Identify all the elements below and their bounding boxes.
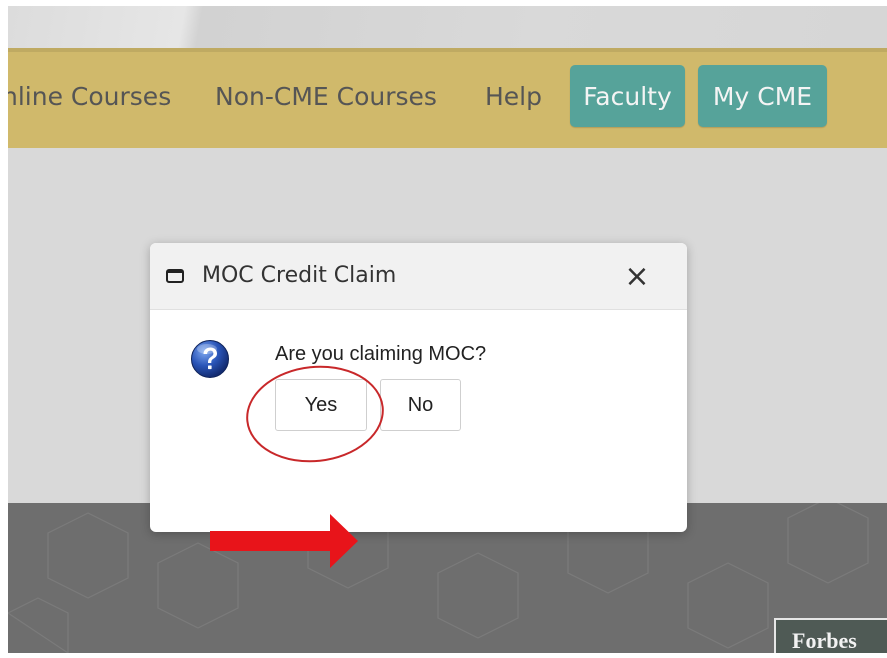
top-banner-strip (8, 6, 887, 48)
forbes-badge: Forbes (774, 618, 887, 653)
question-text: Are you claiming MOC? (275, 343, 487, 365)
dialog-title: MOC Credit Claim (202, 263, 397, 288)
dialog-header: MOC Credit Claim × (150, 243, 687, 310)
window-icon (166, 269, 184, 283)
question-icon (191, 340, 229, 378)
nav-link-online-courses[interactable]: nline Courses (8, 82, 171, 111)
my-cme-button[interactable]: My CME (698, 65, 827, 127)
faculty-button[interactable]: Faculty (570, 65, 685, 127)
no-button[interactable]: No (380, 379, 461, 431)
nav-bar: nline Courses Non-CME Courses Help Facul… (8, 48, 887, 148)
nav-link-help[interactable]: Help (485, 82, 542, 111)
close-icon[interactable]: × (620, 260, 654, 294)
nav-link-non-cme-courses[interactable]: Non-CME Courses (215, 82, 437, 111)
yes-button[interactable]: Yes (275, 379, 367, 431)
moc-credit-claim-dialog: MOC Credit Claim × Are you claiming MOC?… (150, 243, 687, 532)
